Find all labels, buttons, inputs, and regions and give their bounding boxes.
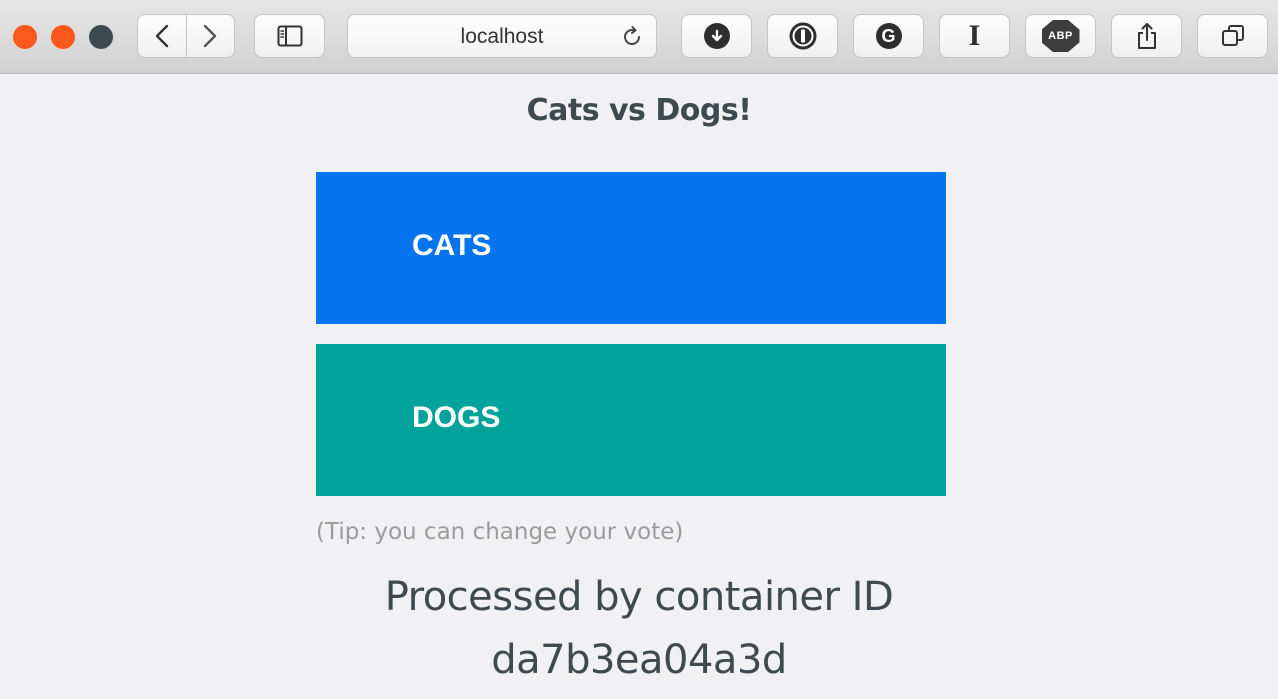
instapaper-button[interactable]: I [939, 14, 1010, 58]
onepassword-button[interactable] [767, 14, 838, 58]
address-bar[interactable]: localhost [347, 14, 657, 58]
share-button[interactable] [1111, 14, 1182, 58]
history-nav [137, 14, 235, 58]
downloads-button[interactable] [681, 14, 752, 58]
page-title: Cats vs Dogs! [526, 93, 752, 128]
vote-cats-label: CATS [412, 229, 492, 262]
grammarly-icon: G [875, 23, 902, 49]
instapaper-icon: I [968, 19, 981, 52]
sidebar-button[interactable] [254, 14, 325, 58]
back-button[interactable] [138, 15, 186, 57]
adblock-label: ABP [1048, 30, 1073, 42]
reload-icon [624, 26, 640, 45]
vote-cats-button[interactable]: CATS [316, 172, 946, 324]
container-id: da7b3ea04a3d [491, 637, 787, 683]
tabs-icon [1221, 25, 1244, 46]
processed-by-text: Processed by container ID [384, 574, 894, 620]
vote-tip: (Tip: you can change your vote) [316, 519, 684, 545]
tab-overview-button[interactable] [1197, 14, 1268, 58]
adblock-icon: ABP [1041, 20, 1080, 52]
onepassword-icon [789, 22, 816, 50]
close-window-button[interactable] [13, 25, 37, 49]
share-icon [1137, 23, 1156, 49]
grammarly-button[interactable]: G [853, 14, 924, 58]
sidebar-icon [277, 25, 302, 47]
forward-icon [204, 24, 217, 48]
minimize-window-button[interactable] [51, 25, 75, 49]
adblock-button[interactable]: ABP [1025, 14, 1096, 58]
browser-toolbar: localhost G I ABP [0, 0, 1278, 74]
vote-dogs-button[interactable]: DOGS [316, 344, 946, 496]
forward-button[interactable] [185, 15, 235, 57]
reload-button[interactable] [620, 25, 644, 53]
grammarly-glyph: G [881, 25, 896, 46]
zoom-window-button[interactable] [89, 25, 113, 49]
address-url: localhost [460, 25, 544, 48]
download-icon [703, 23, 730, 49]
back-icon [155, 24, 168, 48]
vote-dogs-label: DOGS [412, 401, 501, 434]
